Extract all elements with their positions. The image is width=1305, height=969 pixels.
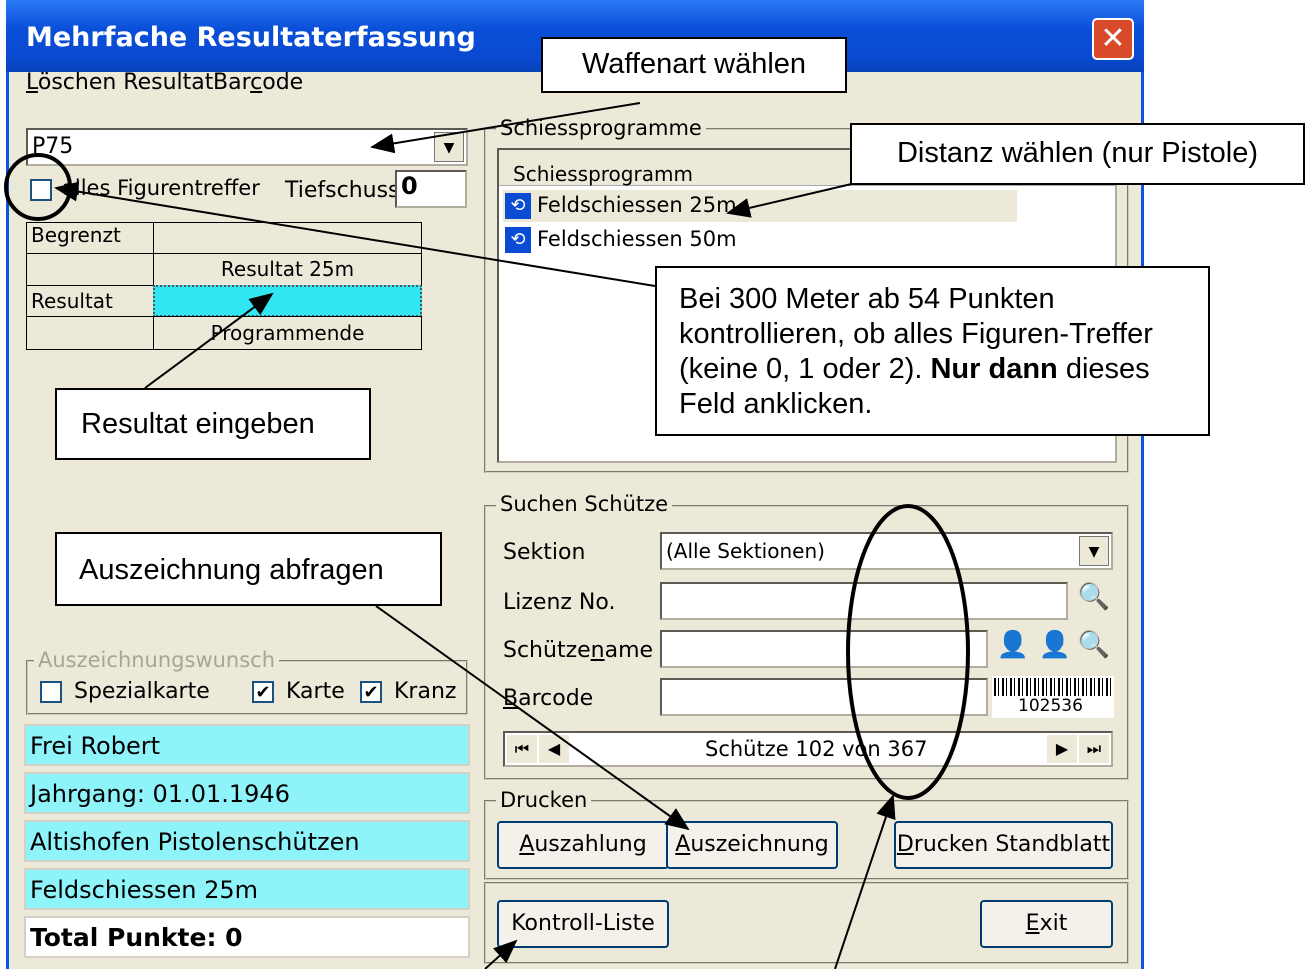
callout-resultat: Resultat eingeben xyxy=(55,388,371,460)
callout-hinweis: Bei 300 Meter ab 54 Punkten kontrolliere… xyxy=(655,266,1210,436)
callout-distanz: Distanz wählen (nur Pistole) xyxy=(850,123,1305,185)
arrow-navigator xyxy=(834,794,896,969)
arrow-waffenart xyxy=(370,102,641,154)
arrow-checkbox xyxy=(54,181,656,287)
highlight-circle xyxy=(4,153,72,221)
highlight-ellipse xyxy=(846,504,970,800)
arrow-distanz xyxy=(726,181,861,218)
arrow-kontroll xyxy=(484,939,518,969)
callout-auszeichnung: Auszeichnung abfragen xyxy=(55,532,442,606)
arrow-resultat xyxy=(144,292,274,389)
callout-waffenart: Waffenart wählen xyxy=(541,37,847,93)
arrow-auszeichnung xyxy=(375,605,690,831)
